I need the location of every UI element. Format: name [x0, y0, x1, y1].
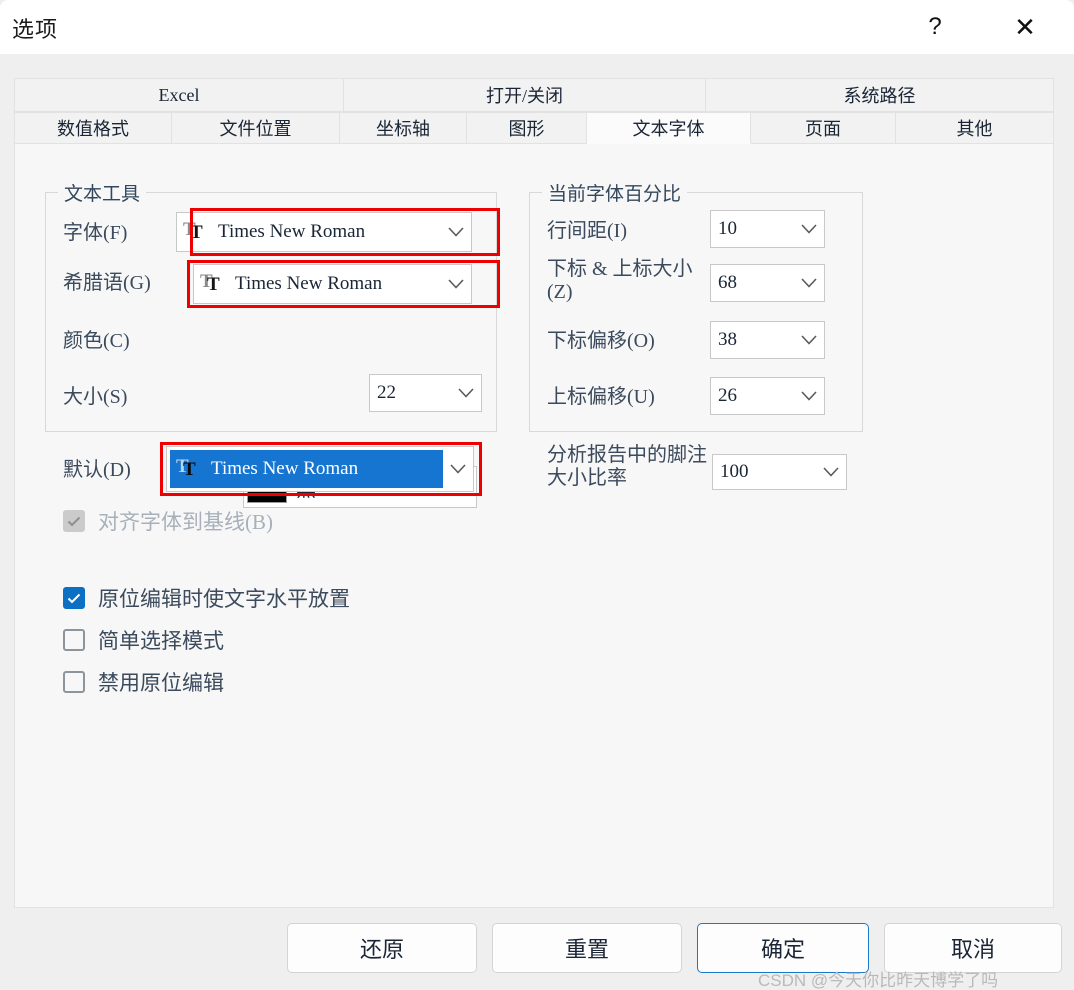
size-label: 大小(S)	[63, 386, 128, 408]
dialog-footer: 还原 重置 确定 取消	[0, 908, 1074, 990]
default-font-value: Times New Roman	[211, 458, 359, 479]
chevron-down-icon	[794, 390, 824, 402]
checkbox-align-baseline-label: 对齐字体到基线(B)	[98, 510, 273, 534]
truetype-icon: T T	[200, 271, 220, 295]
tab-system-path[interactable]: 系统路径	[706, 78, 1054, 112]
greek-combobox[interactable]: T T Times New Roman	[193, 264, 472, 304]
greek-combobox-value: Times New Roman	[235, 273, 383, 294]
tab-axis[interactable]: 坐标轴	[340, 112, 467, 144]
checkbox-align-baseline[interactable]: 对齐字体到基线(B)	[63, 506, 273, 536]
footnote-ratio-value: 100	[720, 461, 749, 482]
chevron-down-icon	[441, 278, 471, 290]
options-dialog: 选项 ? ✕ Excel 打开/关闭 系统路径 数值格式 文件位置 坐标轴 图形…	[0, 0, 1074, 990]
checkbox-simple-select-mode-box[interactable]	[63, 629, 85, 651]
sub-offset-label: 下标偏移(O)	[547, 330, 655, 352]
chevron-down-icon	[441, 226, 471, 238]
close-icon[interactable]: ✕	[998, 0, 1052, 54]
tab-page[interactable]: 页面	[751, 112, 896, 144]
chevron-down-icon	[794, 277, 824, 289]
checkbox-disable-inplace-edit-box[interactable]	[63, 671, 85, 693]
checkbox-horizontal-inplace-edit[interactable]: 原位编辑时使文字水平放置	[63, 583, 350, 613]
tab-file-location[interactable]: 文件位置	[172, 112, 340, 144]
restore-button[interactable]: 还原	[287, 923, 477, 973]
subsup-size-combobox[interactable]: 68	[710, 264, 825, 302]
color-label: 颜色(C)	[63, 330, 130, 352]
chevron-down-icon	[816, 466, 846, 478]
group-font-percent-title: 当前字体百分比	[542, 179, 688, 206]
tab-number-format[interactable]: 数值格式	[14, 112, 172, 144]
help-icon[interactable]: ?	[908, 0, 962, 54]
page-title: 选项	[12, 17, 59, 42]
chevron-down-icon	[794, 334, 824, 346]
checkbox-simple-select-mode-label: 简单选择模式	[98, 629, 224, 653]
checkbox-align-baseline-box[interactable]	[63, 510, 85, 532]
checkbox-disable-inplace-edit[interactable]: 禁用原位编辑	[63, 667, 224, 697]
tab-excel[interactable]: Excel	[14, 78, 344, 112]
footnote-ratio-combobox[interactable]: 100	[712, 454, 847, 490]
cancel-button[interactable]: 取消	[884, 923, 1062, 973]
line-spacing-label: 行间距(I)	[547, 220, 627, 242]
text-font-panel: 文本工具 字体(F) T T Times New Roman 希腊语(G) T …	[14, 144, 1054, 908]
chevron-down-icon	[451, 387, 481, 399]
default-font-label: 默认(D)	[63, 459, 131, 481]
title-bar: 选项 ? ✕	[0, 0, 1074, 54]
sup-offset-combobox[interactable]: 26	[710, 377, 825, 415]
font-combobox[interactable]: T T Times New Roman	[176, 212, 472, 252]
checkbox-simple-select-mode[interactable]: 简单选择模式	[63, 625, 224, 655]
line-spacing-value: 10	[718, 218, 737, 239]
truetype-icon: T T	[176, 456, 196, 480]
checkbox-disable-inplace-edit-label: 禁用原位编辑	[98, 671, 224, 695]
tab-graphics[interactable]: 图形	[467, 112, 587, 144]
chevron-down-icon	[443, 463, 473, 475]
truetype-icon: T T	[183, 219, 203, 243]
ok-button[interactable]: 确定	[697, 923, 869, 973]
font-combobox-value: Times New Roman	[218, 221, 366, 242]
size-combobox-value: 22	[377, 382, 396, 403]
checkbox-horizontal-inplace-edit-box[interactable]	[63, 587, 85, 609]
group-text-tools-title: 文本工具	[58, 179, 147, 206]
sup-offset-label: 上标偏移(U)	[547, 386, 655, 408]
default-font-combobox[interactable]: T T Times New Roman	[166, 446, 474, 492]
tab-row-primary: Excel 打开/关闭 系统路径	[14, 78, 1054, 112]
sup-offset-value: 26	[718, 385, 737, 406]
line-spacing-combobox[interactable]: 10	[710, 210, 825, 248]
checkbox-horizontal-inplace-edit-label: 原位编辑时使文字水平放置	[98, 587, 350, 611]
tab-text-font[interactable]: 文本字体	[587, 112, 751, 144]
tab-strip: Excel 打开/关闭 系统路径 数值格式 文件位置 坐标轴 图形 文本字体 页…	[14, 78, 1054, 144]
tab-open-close[interactable]: 打开/关闭	[344, 78, 706, 112]
sub-offset-value: 38	[718, 329, 737, 350]
footnote-ratio-label: 分析报告中的脚注大小比率	[547, 444, 707, 489]
chevron-down-icon	[794, 223, 824, 235]
tab-other[interactable]: 其他	[896, 112, 1054, 144]
sub-offset-combobox[interactable]: 38	[710, 321, 825, 359]
subsup-size-value: 68	[718, 272, 737, 293]
font-label: 字体(F)	[63, 222, 128, 244]
greek-label: 希腊语(G)	[63, 272, 151, 294]
size-combobox[interactable]: 22	[369, 374, 482, 412]
tab-row-secondary: 数值格式 文件位置 坐标轴 图形 文本字体 页面 其他	[14, 112, 1054, 144]
default-font-selection: T T Times New Roman	[170, 450, 443, 488]
reset-button[interactable]: 重置	[492, 923, 682, 973]
subsup-size-label: 下标 & 上标大小(Z)	[547, 258, 693, 303]
